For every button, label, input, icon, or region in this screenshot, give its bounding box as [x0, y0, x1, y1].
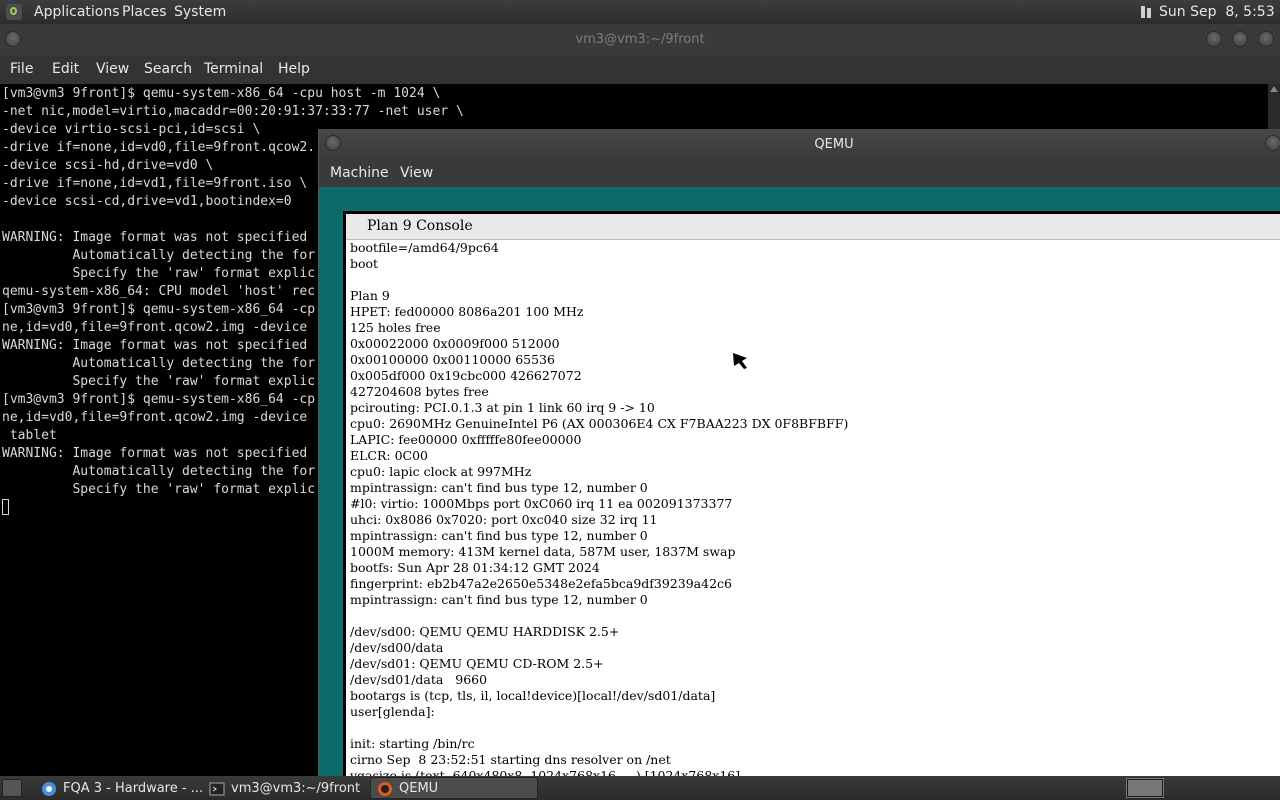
scroll-up-arrow-icon[interactable]	[1270, 86, 1278, 92]
terminal-titlebar[interactable]: vm3@vm3:~/9front	[0, 24, 1280, 56]
qemu-display[interactable]: Plan 9 Console bootfile=/amd64/9pc64 boot…	[319, 187, 1280, 776]
chromium-icon	[42, 782, 56, 796]
console-line: 427204608 bytes free	[350, 384, 489, 399]
console-line: boot	[350, 256, 379, 271]
menu-file[interactable]: File	[10, 61, 33, 77]
menu-qemu-view[interactable]: View	[400, 165, 433, 181]
console-line: vgasize is (text, 640x480x8, 1024x768x16…	[350, 768, 741, 776]
console-line: bootfs: Sun Apr 28 01:34:12 GMT 2024	[350, 560, 600, 575]
console-line: mpintrassign: can't find bus type 12, nu…	[350, 592, 648, 607]
console-line: uhci: 0x8086 0x7020: port 0xc040 size 32…	[350, 512, 658, 527]
menu-help[interactable]: Help	[278, 61, 310, 77]
task-qemu-label: QEMU	[399, 781, 439, 796]
distro-logo-icon[interactable]	[6, 4, 22, 20]
panel-clock[interactable]: Sun Sep 8, 5:53 PM	[1159, 0, 1280, 24]
console-line: 0x00022000 0x0009f000 512000	[350, 336, 560, 351]
terminal-cursor	[2, 499, 9, 515]
console-line: 0x005df000 0x19cbc000 426627072	[350, 368, 582, 383]
console-line: 1000M memory: 413M kernel data, 587M use…	[350, 544, 736, 559]
terminal-line: -net nic,model=virtio,macaddr=00:20:91:3…	[2, 104, 464, 119]
terminal-icon	[209, 782, 225, 796]
show-desktop-button[interactable]	[2, 779, 22, 797]
menu-machine[interactable]: Machine	[330, 165, 389, 181]
menu-terminal[interactable]: Terminal	[204, 61, 263, 77]
console-line: 125 holes free	[350, 320, 441, 335]
terminal-line: [vm3@vm3 9front]$ qemu-system-x86_64 -cp…	[2, 86, 441, 101]
console-line: /dev/sd01: QEMU QEMU CD-ROM 2.5+	[350, 656, 604, 671]
console-line: /dev/sd00/data	[350, 640, 444, 655]
terminal-title: vm3@vm3:~/9front	[575, 32, 705, 47]
console-titlebar[interactable]: Plan 9 Console	[346, 214, 1280, 240]
maximize-button[interactable]	[1232, 31, 1248, 47]
console-line: #l0: virtio: 1000Mbps port 0xC060 irq 11…	[350, 496, 733, 511]
console-line: bootfile=/amd64/9pc64	[350, 240, 499, 255]
menu-edit[interactable]: Edit	[52, 61, 79, 77]
console-line: mpintrassign: can't find bus type 12, nu…	[350, 480, 648, 495]
qemu-titlebar[interactable]: QEMU	[319, 129, 1280, 159]
menu-search[interactable]: Search	[144, 61, 192, 77]
menu-view[interactable]: View	[96, 61, 129, 77]
console-line: bootargs is (tcp, tls, il, local!device)…	[350, 688, 716, 703]
task-browser[interactable]: FQA 3 - Hardware - ...	[34, 777, 204, 799]
console-line: ELCR: 0C00	[350, 448, 429, 463]
qemu-menubar: Machine View	[319, 159, 1280, 187]
console-output[interactable]: bootfile=/amd64/9pc64 boot Plan 9 HPET: fed…	[350, 240, 1280, 776]
console-line: /dev/sd00: QEMU QEMU HARDDISK 2.5+	[350, 624, 620, 639]
console-line: cpu0: 2690MHz GenuineIntel P6 (AX 000306…	[350, 416, 849, 431]
console-line: pcirouting: PCI.0.1.3 at pin 1 link 60 i…	[350, 400, 655, 415]
console-line: fingerprint: eb2b47a2e2650e5348e2efa5bca…	[350, 576, 732, 591]
minimize-button[interactable]	[1206, 31, 1222, 47]
console-line: cpu0: lapic clock at 997MHz	[350, 464, 532, 479]
terminal-menubar: File Edit View Search Terminal Help	[0, 56, 1280, 84]
qemu-minimize-button[interactable]	[1265, 135, 1280, 151]
mouse-pointer-icon	[733, 353, 747, 369]
bottom-taskbar: FQA 3 - Hardware - ... vm3@vm3:~/9front …	[0, 776, 1280, 800]
panel-clock-icon	[1141, 6, 1151, 18]
qemu-title: QEMU	[814, 137, 854, 152]
console-line: user[glenda]:	[350, 704, 435, 719]
console-title: Plan 9 Console	[367, 218, 473, 234]
applications-menu[interactable]: Applications	[34, 0, 120, 24]
top-panel: Applications Places System Sun Sep 8, 5:…	[0, 0, 1280, 24]
console-line: mpintrassign: can't find bus type 12, nu…	[350, 528, 648, 543]
console-line: Plan 9	[350, 288, 390, 303]
qemu-window[interactable]: QEMU Machine View Plan 9 Console bootfil…	[318, 129, 1280, 776]
system-menu[interactable]: System	[174, 0, 226, 24]
task-qemu[interactable]: QEMU	[370, 777, 538, 799]
qemu-icon	[378, 782, 392, 796]
task-terminal[interactable]: vm3@vm3:~/9front	[202, 777, 366, 799]
workspace-switcher[interactable]	[1126, 778, 1164, 798]
plan9-console-window[interactable]: Plan 9 Console bootfile=/amd64/9pc64 boot…	[343, 211, 1280, 776]
console-line: HPET: fed00000 8086a201 100 MHz	[350, 304, 584, 319]
task-browser-label: FQA 3 - Hardware - ...	[63, 781, 204, 796]
console-line: init: starting /bin/rc	[350, 736, 475, 751]
task-terminal-label: vm3@vm3:~/9front	[231, 781, 361, 796]
close-button[interactable]	[1258, 31, 1274, 47]
console-line: cirno Sep 8 23:52:51 starting dns resolv…	[350, 752, 671, 767]
console-line: 0x00100000 0x00110000 65536	[350, 352, 555, 367]
places-menu[interactable]: Places	[122, 0, 167, 24]
console-line: /dev/sd01/data 9660	[350, 672, 488, 687]
console-line: LAPIC: fee00000 0xfffffe80fee00000	[350, 432, 582, 447]
